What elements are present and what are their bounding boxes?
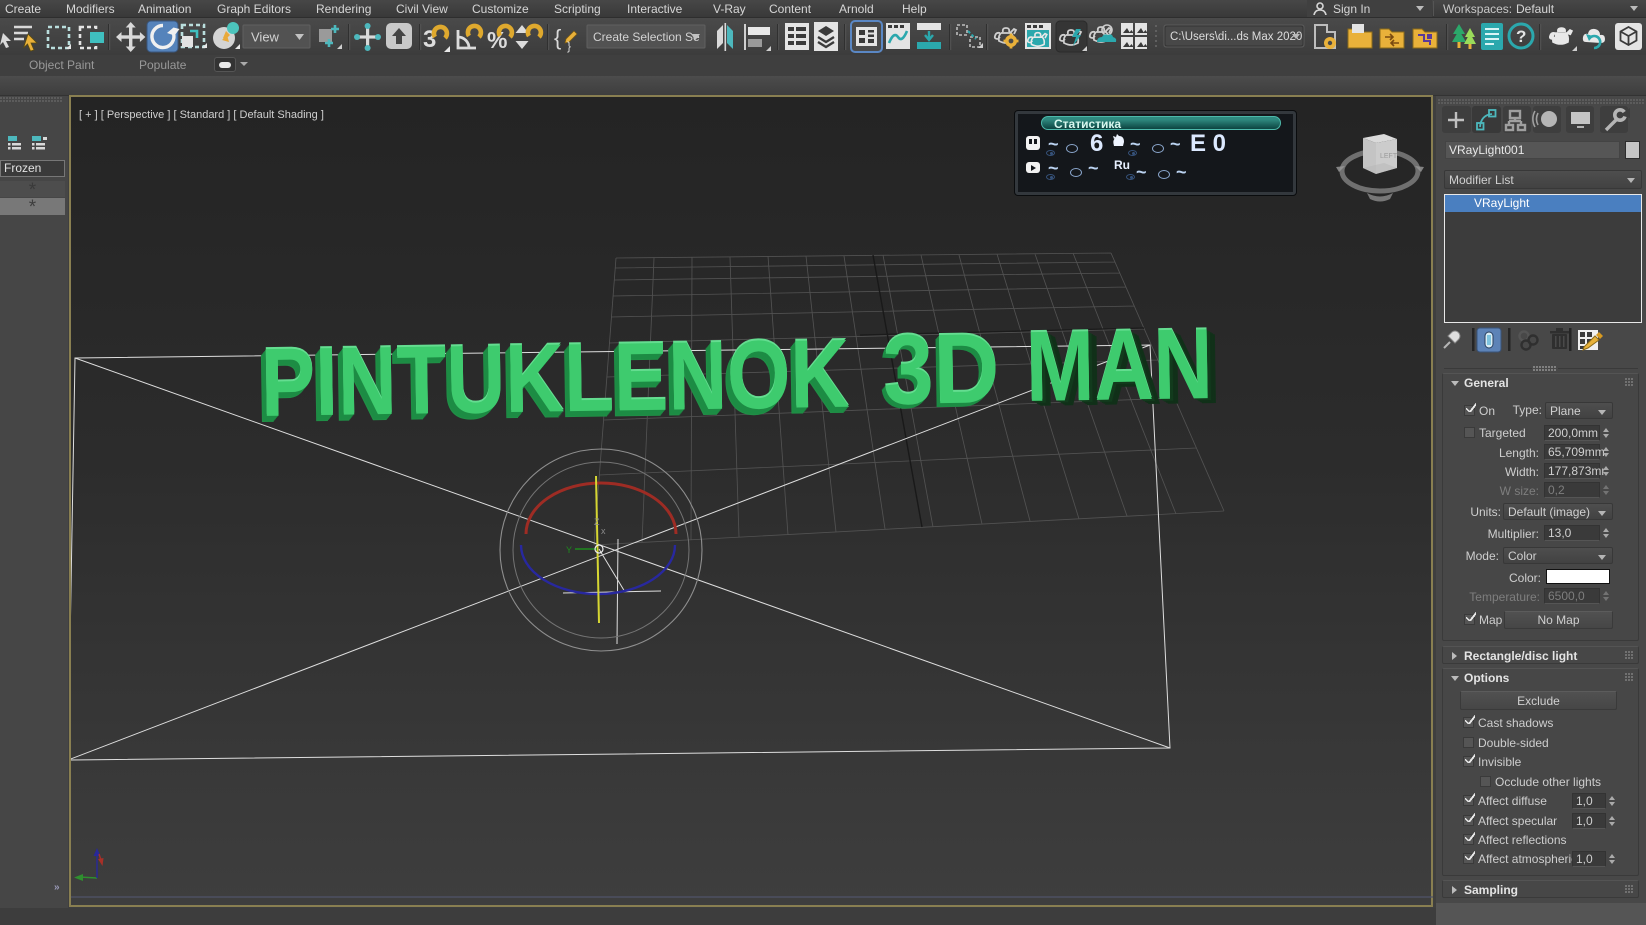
svg-text:C:\Users\di...ds Max 2020: C:\Users\di...ds Max 2020 bbox=[1170, 31, 1302, 43]
svg-text:{: { bbox=[554, 25, 561, 50]
svg-text:Z: Z bbox=[594, 517, 600, 527]
svg-text:View: View bbox=[251, 30, 280, 45]
svg-text:LEFT: LEFT bbox=[1380, 153, 1398, 160]
svg-text:Y: Y bbox=[566, 545, 572, 555]
svg-text:?: ? bbox=[1516, 27, 1526, 46]
svg-text:}: } bbox=[567, 39, 571, 53]
svg-text:x: x bbox=[601, 526, 606, 536]
svg-text:Create Selection Se: Create Selection Se bbox=[593, 30, 700, 44]
